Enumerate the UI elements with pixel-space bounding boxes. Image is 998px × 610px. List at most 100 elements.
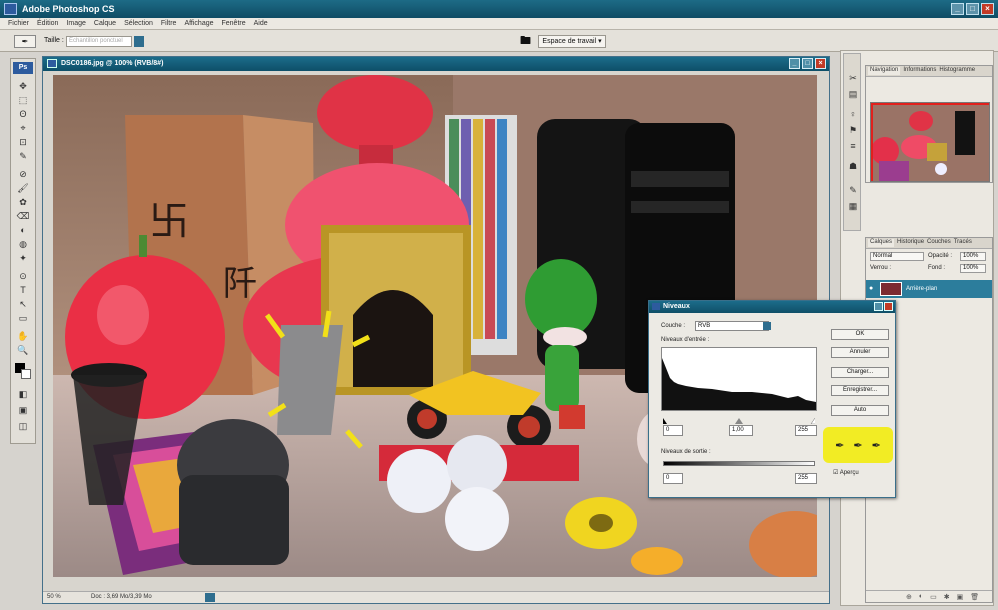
window-controls: _ □ × [951, 3, 994, 15]
background-color-swatch[interactable] [21, 369, 31, 379]
strip-icon-8[interactable]: ▦ [847, 200, 859, 212]
channel-dropdown-arrow[interactable] [763, 322, 771, 330]
view-area-box[interactable] [871, 103, 989, 181]
menu-file[interactable]: Fichier [8, 20, 29, 27]
menu-select[interactable]: Sélection [124, 20, 153, 27]
strip-icon-2[interactable]: ▤ [847, 88, 859, 100]
black-point-eyedropper-icon[interactable]: ✒ [835, 439, 844, 452]
tab-info[interactable]: Informations [903, 67, 936, 75]
direct-selection-tool-icon[interactable]: ↖ [15, 299, 31, 310]
menu-layer[interactable]: Calque [94, 20, 116, 27]
document-maximize-button[interactable]: □ [802, 58, 813, 69]
fill-field[interactable]: 100% [960, 264, 986, 273]
type-tool-icon[interactable]: T [15, 285, 31, 296]
eraser-tool-icon[interactable]: ⌫ [15, 211, 31, 222]
status-menu-arrow[interactable] [205, 593, 215, 602]
strip-icon-3[interactable]: ♀ [847, 108, 859, 120]
trash-icon[interactable]: 🗑 [970, 593, 979, 601]
white-point-eyedropper-icon[interactable]: ✒ [872, 439, 881, 452]
save-button[interactable]: Enregistrer... [831, 385, 889, 396]
ok-button[interactable]: OK [831, 329, 889, 340]
input-white-field[interactable]: 255 [795, 425, 817, 436]
opacity-field[interactable]: 100% [960, 252, 986, 261]
input-black-field[interactable]: 0 [663, 425, 683, 436]
magic-wand-tool-icon[interactable]: ⌖ [15, 123, 31, 134]
screen-mode-icon[interactable]: ▣ [15, 405, 31, 416]
yellow-candy [631, 547, 683, 575]
preview-checkbox[interactable]: ☑ Aperçu [833, 469, 859, 476]
minimize-button[interactable]: _ [951, 3, 964, 15]
levels-close-button[interactable] [884, 302, 893, 311]
path-selection-tool-icon[interactable]: ⊙ [15, 271, 31, 282]
menu-window[interactable]: Fenêtre [222, 20, 246, 27]
menu-image[interactable]: Image [66, 20, 85, 27]
healing-brush-tool-icon[interactable]: ⊘ [15, 169, 31, 180]
eye-icon[interactable]: ● [869, 285, 873, 292]
jump-to-imageready-icon[interactable]: ◫ [15, 421, 31, 432]
layer-style-icon[interactable]: ✱ [944, 593, 950, 601]
document-close-button[interactable]: × [815, 58, 826, 69]
ps-logo[interactable]: Ps [13, 62, 33, 74]
zoom-tool-icon[interactable]: 🔍 [15, 345, 31, 356]
channel-select[interactable]: RVB [695, 321, 769, 331]
link-layers-icon[interactable]: ⊕ [906, 593, 912, 601]
shape-tool-icon[interactable]: ▭ [15, 313, 31, 324]
strip-icon-1[interactable]: ✂ [847, 72, 859, 84]
dodge-tool-icon[interactable]: ✦ [15, 253, 31, 264]
output-white-field[interactable]: 255 [795, 473, 817, 484]
strip-icon-4[interactable]: ⚑ [847, 124, 859, 136]
output-black-field[interactable]: 0 [663, 473, 683, 484]
marquee-tool-icon[interactable]: ⬚ [15, 95, 31, 106]
tab-channels[interactable]: Couches [927, 239, 951, 247]
close-button[interactable]: × [981, 3, 994, 15]
file-browser-icon[interactable]: 🖿 [520, 34, 534, 48]
cancel-button[interactable]: Annuler [831, 347, 889, 358]
menu-view[interactable]: Affichage [184, 20, 213, 27]
strip-icon-5[interactable]: ≡ [847, 140, 859, 152]
brush-tool-icon[interactable]: 🖌 [15, 183, 31, 194]
workspace-button[interactable]: Espace de travail ▾ [538, 35, 606, 48]
zoom-field[interactable]: 50 % [47, 594, 71, 600]
crop-tool-icon[interactable]: ⊡ [15, 137, 31, 148]
tool-preset-picker[interactable]: ✒ [14, 35, 36, 48]
menu-help[interactable]: Aide [254, 20, 268, 27]
input-gamma-field[interactable]: 1,00 [729, 425, 753, 436]
output-gradient[interactable] [663, 461, 815, 466]
gradient-tool-icon[interactable]: ◐ [15, 225, 31, 236]
document-title: DSC0186.jpg @ 100% (RVB/8#) [61, 60, 164, 67]
gray-point-eyedropper-icon[interactable]: ✒ [853, 439, 862, 452]
layer-row-background[interactable]: ● Arrière-plan [866, 280, 992, 298]
load-button[interactable]: Charger... [831, 367, 889, 378]
histogram [661, 347, 817, 411]
blend-mode-select[interactable]: Normal [870, 252, 924, 261]
tab-histogram[interactable]: Histogramme [939, 67, 975, 75]
input-slider-track[interactable] [659, 417, 820, 425]
blur-tool-icon[interactable]: ◍ [15, 239, 31, 250]
strip-icon-6[interactable]: ☗ [847, 160, 859, 172]
tab-layers[interactable]: Calques [868, 239, 895, 247]
adjustment-layer-icon[interactable]: ◐ [919, 593, 923, 600]
quick-mask-icon[interactable]: ◧ [15, 389, 31, 400]
clone-stamp-tool-icon[interactable]: ✿ [15, 197, 31, 208]
sample-size-dropdown-arrow[interactable] [134, 36, 144, 47]
levels-help-button[interactable] [874, 302, 883, 311]
auto-button[interactable]: Auto [831, 405, 889, 416]
strip-icon-7[interactable]: ✎ [847, 184, 859, 196]
tab-paths[interactable]: Tracés [954, 239, 972, 247]
sample-size-label: Taille : [44, 37, 64, 44]
tab-navigation[interactable]: Navigation [868, 67, 901, 75]
layer-name: Arrière-plan [906, 286, 938, 292]
slice-tool-icon[interactable]: ✎ [15, 151, 31, 162]
document-minimize-button[interactable]: _ [789, 58, 800, 69]
new-layer-icon[interactable]: ▣ [957, 593, 964, 601]
tab-history[interactable]: Historique [897, 239, 924, 247]
sample-size-select[interactable]: Échantillon ponctuel [66, 36, 132, 47]
menu-filter[interactable]: Filtre [161, 20, 177, 27]
menu-edit[interactable]: Édition [37, 20, 58, 27]
layer-mask-icon[interactable]: ▭ [930, 593, 937, 601]
lasso-tool-icon[interactable]: ʘ [15, 109, 31, 120]
hand-tool-icon[interactable]: ✋ [15, 331, 31, 342]
move-tool-icon[interactable]: ✥ [15, 81, 31, 92]
navigator-thumbnail[interactable] [870, 102, 990, 182]
maximize-button[interactable]: □ [966, 3, 979, 15]
